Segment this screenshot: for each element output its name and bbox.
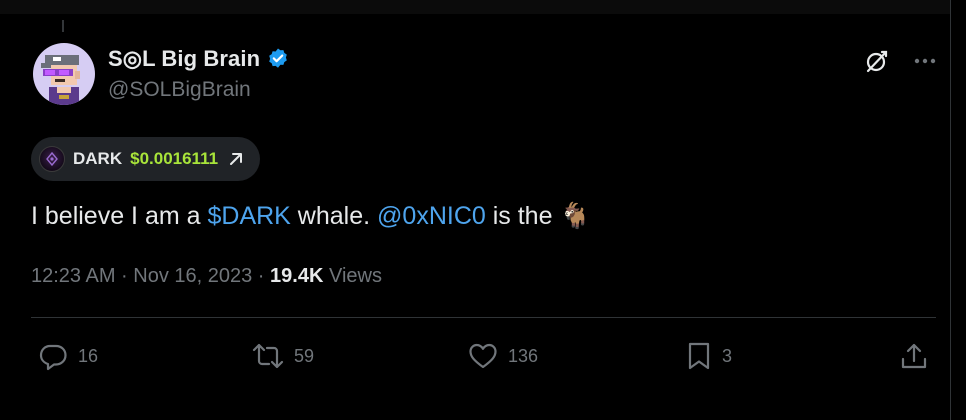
post-header-actions bbox=[864, 46, 938, 76]
share-button[interactable] bbox=[900, 336, 928, 376]
bookmark-icon bbox=[686, 341, 712, 371]
timestamp-link[interactable]: 12:23 AM · Nov 16, 2023 bbox=[31, 265, 252, 287]
cashtag-link[interactable]: $DARK bbox=[207, 202, 290, 230]
author-name[interactable]: S◎L Big Brain bbox=[108, 46, 260, 72]
goat-emoji: 🐐 bbox=[559, 202, 591, 230]
dark-coin-icon bbox=[39, 146, 65, 172]
action-bar: 16 59 136 3 bbox=[0, 336, 950, 376]
text-segment: whale. bbox=[290, 202, 378, 230]
share-icon bbox=[900, 341, 928, 371]
ticker-pill[interactable]: DARK $0.0016111 bbox=[31, 137, 261, 181]
bookmark-count: 3 bbox=[722, 345, 733, 366]
text-segment: is the bbox=[485, 202, 560, 230]
post-meta: 12:23 AM · Nov 16, 2023 · 19.4K Views bbox=[31, 262, 382, 290]
repost-button[interactable]: 59 bbox=[252, 336, 314, 376]
views-count: 19.4K bbox=[270, 265, 324, 287]
reply-button[interactable]: 16 bbox=[38, 336, 98, 376]
author-handle[interactable]: @SOLBigBrain bbox=[108, 78, 251, 102]
more-icon[interactable] bbox=[912, 48, 938, 74]
repost-icon bbox=[252, 341, 284, 371]
repost-count: 59 bbox=[294, 345, 315, 366]
verified-badge-icon bbox=[266, 47, 290, 71]
post-text: I believe I am a $DARK whale. @0xNIC0 is… bbox=[31, 198, 591, 234]
heart-icon bbox=[468, 341, 498, 371]
avatar[interactable] bbox=[33, 43, 95, 105]
thread-line bbox=[62, 20, 64, 32]
divider bbox=[31, 317, 936, 318]
meta-separator: · bbox=[252, 265, 271, 287]
text-segment: I believe I am a bbox=[31, 202, 208, 230]
views-label: Views bbox=[323, 265, 382, 287]
ticker-symbol: DARK bbox=[73, 149, 123, 168]
like-count: 136 bbox=[508, 345, 539, 366]
reply-count: 16 bbox=[78, 345, 99, 366]
mention-link[interactable]: @0xNIC0 bbox=[377, 202, 486, 230]
reply-icon bbox=[38, 341, 68, 371]
previous-post-edge bbox=[0, 0, 950, 14]
arrow-up-right-icon bbox=[226, 149, 246, 169]
tweet-card: S◎L Big Brain @SOLBigBrain DARK $0.00161… bbox=[0, 0, 951, 420]
like-button[interactable]: 136 bbox=[468, 336, 538, 376]
grok-icon[interactable] bbox=[864, 48, 890, 74]
bookmark-button[interactable]: 3 bbox=[686, 336, 732, 376]
ticker-price: $0.0016111 bbox=[130, 149, 219, 168]
author-name-row: S◎L Big Brain bbox=[108, 44, 290, 74]
avatar-image bbox=[33, 43, 95, 105]
